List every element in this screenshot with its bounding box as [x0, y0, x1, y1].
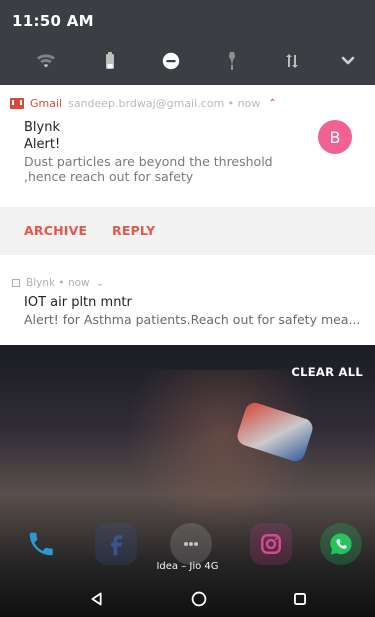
carrier-label: Idea – Jio 4G [156, 561, 219, 572]
navigation-bar [0, 581, 375, 617]
gmail-subject: Alert! [24, 137, 61, 152]
blynk-header-text: Blynk • now [26, 277, 90, 289]
chevron-down-icon[interactable] [336, 49, 360, 73]
facebook-app-icon[interactable] [95, 523, 137, 565]
gmail-title: Blynk [24, 120, 60, 135]
gmail-icon [10, 98, 24, 109]
blynk-app-icon [12, 279, 20, 287]
avatar-letter: B [329, 127, 341, 147]
instagram-app-icon[interactable] [250, 523, 292, 565]
status-time: 11:50 AM [12, 12, 94, 30]
clear-all-button[interactable]: CLEAR ALL [291, 365, 363, 379]
gmail-body: Dust particles are beyond the threshold … [24, 154, 273, 184]
reply-button[interactable]: REPLY [112, 223, 155, 238]
gmail-app-name: Gmail [30, 97, 63, 110]
avatar: B [318, 120, 352, 154]
blynk-title: IOT air pltn mntr [24, 295, 132, 310]
archive-button[interactable]: ARCHIVE [24, 223, 87, 238]
expand-chevron-icon[interactable]: ⌃ [268, 98, 276, 109]
recents-icon[interactable] [288, 587, 312, 611]
data-transfer-icon[interactable] [280, 49, 304, 73]
wifi-off-icon[interactable] [34, 49, 58, 73]
gmail-notification-header: Gmail sandeep.brdwaj@gmail.com • now ⌃ [10, 97, 277, 110]
quick-settings-row [0, 44, 375, 78]
battery-icon[interactable] [98, 49, 122, 73]
home-icon[interactable] [187, 587, 211, 611]
back-icon[interactable] [85, 587, 109, 611]
notification-shade-header: 11:50 AM [0, 0, 375, 85]
app-drawer-icon[interactable] [170, 523, 212, 565]
home-wallpaper: CLEAR ALL Idea – Jio 4G [0, 345, 375, 617]
gmail-notification-card[interactable]: Gmail sandeep.brdwaj@gmail.com • now ⌃ B… [0, 85, 375, 200]
phone-app-icon[interactable] [20, 523, 62, 565]
blynk-expand-chevron-icon[interactable]: ⌄ [96, 278, 104, 289]
whatsapp-app-icon[interactable] [320, 523, 362, 565]
dnd-icon[interactable] [159, 49, 183, 73]
blynk-notification-header: Blynk • now ⌄ [12, 277, 104, 289]
gmail-meta: sandeep.brdwaj@gmail.com • now [68, 97, 261, 110]
blynk-body: Alert! for Asthma patients.Reach out for… [24, 312, 361, 327]
flashlight-icon[interactable] [220, 49, 244, 73]
notification-actions-row: ARCHIVE REPLY [0, 207, 375, 255]
blynk-notification-card[interactable]: Blynk • now ⌄ IOT air pltn mntr Alert! f… [0, 255, 375, 345]
